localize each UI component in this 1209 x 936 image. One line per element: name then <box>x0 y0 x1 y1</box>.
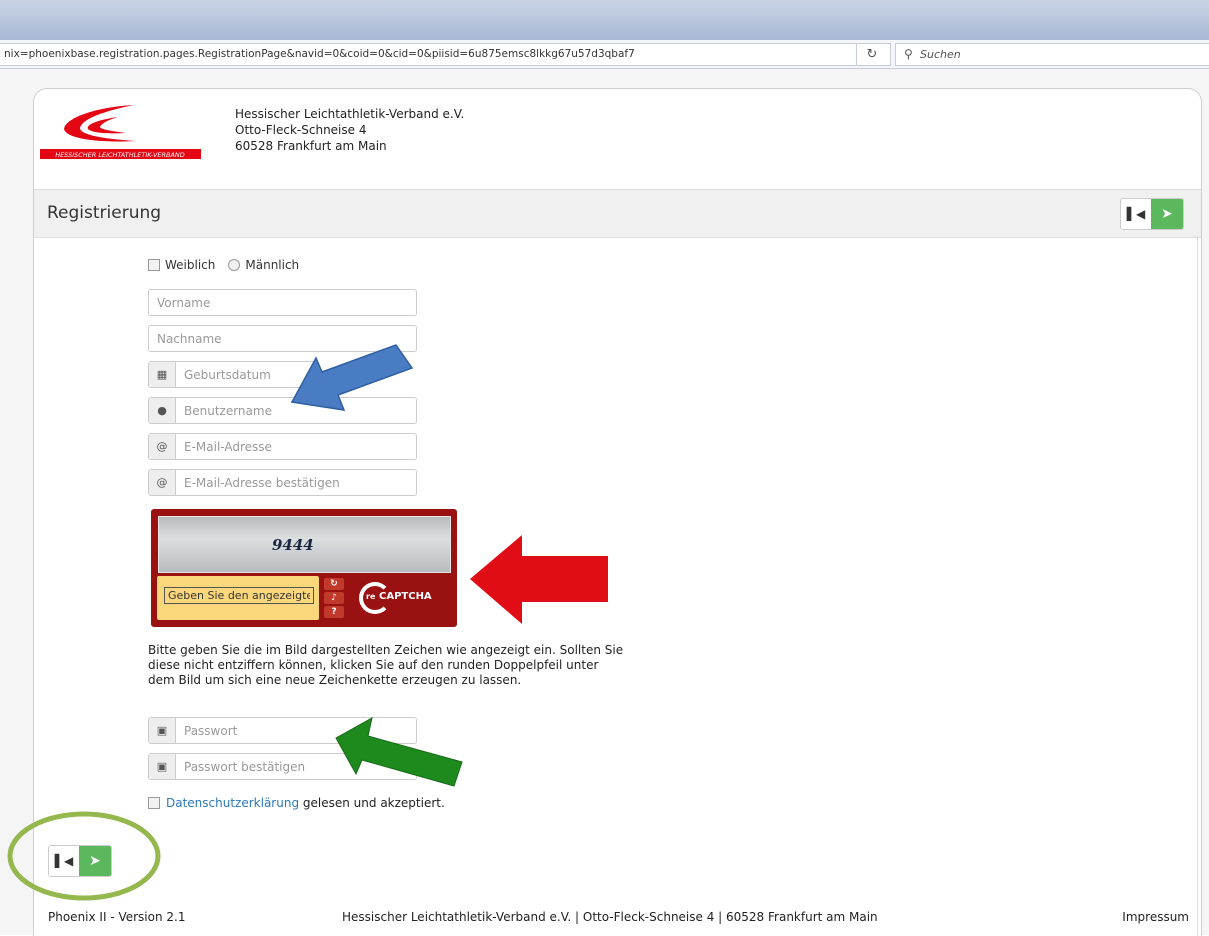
hlv-logo[interactable]: HESSISCHER LEICHTATHLETIK-VERBAND <box>38 103 203 161</box>
captcha-controls: ↻ ♪ ? <box>324 578 344 618</box>
footer-address: Hessischer Leichtathletik-Verband e.V. |… <box>342 910 878 924</box>
email-confirm-input[interactable] <box>176 470 416 495</box>
email-confirm-field: @ <box>148 469 417 496</box>
divider-right <box>1197 236 1198 936</box>
help-icon[interactable]: ? <box>324 606 344 618</box>
recaptcha-re: re <box>366 592 376 601</box>
male-label: Männlich <box>245 258 300 272</box>
password-confirm-input[interactable] <box>176 754 416 779</box>
page-footer: Phoenix II - Version 2.1 Hessischer Leic… <box>34 907 1201 927</box>
search-placeholder: Suchen <box>920 48 961 61</box>
password-confirm-field: ▣ <box>148 753 417 780</box>
privacy-link[interactable]: Datenschutzerklärung <box>166 796 299 810</box>
magnifier-icon: ⚲ <box>904 47 913 61</box>
audio-icon[interactable]: ♪ <box>324 592 344 604</box>
at-icon: @ <box>149 470 176 495</box>
address-bar[interactable]: nix=phoenixbase.registration.pages.Regis… <box>0 43 891 66</box>
logo-text: HESSISCHER LEICHTATHLETIK-VERBAND <box>55 151 185 159</box>
privacy-consent: Datenschutzerklärung gelesen und akzepti… <box>148 796 445 810</box>
recaptcha-logo: re CAPTCHA <box>351 576 451 620</box>
skip-back-icon: ▌◀ <box>54 854 74 868</box>
url-text: nix=phoenixbase.registration.pages.Regis… <box>4 48 635 60</box>
back-button-bottom[interactable]: ▌◀ <box>49 846 79 876</box>
send-icon: ➤ <box>1161 206 1173 222</box>
title-bar: Registrierung ▌◀ ➤ <box>34 189 1201 238</box>
recaptcha-widget: 9444 ↻ ♪ ? re CAPTCHA <box>151 509 457 627</box>
header-address: Hessischer Leichtathletik-Verband e.V. O… <box>235 106 464 154</box>
site-header: HESSISCHER LEICHTATHLETIK-VERBAND Hessis… <box>34 89 1201 189</box>
recaptcha-wordmark: CAPTCHA <box>379 591 432 602</box>
password-field: ▣ <box>148 717 417 744</box>
captcha-input-area <box>157 576 319 620</box>
registration-card: HESSISCHER LEICHTATHLETIK-VERBAND Hessis… <box>33 88 1202 936</box>
org-street: Otto-Fleck-Schneise 4 <box>235 123 367 137</box>
lock-icon: ▣ <box>149 718 176 743</box>
password-input[interactable] <box>176 718 416 743</box>
org-name: Hessischer Leichtathletik-Verband e.V. <box>235 107 465 121</box>
captcha-input[interactable] <box>164 587 314 604</box>
lock-icon: ▣ <box>149 754 176 779</box>
browser-titlebar <box>0 0 1209 40</box>
skip-back-icon: ▌◀ <box>1126 207 1146 221</box>
submit-button-top[interactable]: ➤ <box>1151 199 1183 229</box>
top-button-group: ▌◀ ➤ <box>1120 198 1184 230</box>
captcha-help-text: Bitte geben Sie die im Bild dargestellte… <box>148 643 624 687</box>
username-input[interactable] <box>176 398 416 423</box>
at-icon: @ <box>149 434 176 459</box>
female-label: Weiblich <box>165 258 216 272</box>
submit-button-bottom[interactable]: ➤ <box>79 846 111 876</box>
back-button-top[interactable]: ▌◀ <box>1121 199 1151 229</box>
male-radio[interactable] <box>228 259 241 271</box>
bottom-button-group: ▌◀ ➤ <box>48 845 112 877</box>
birthdate-field: ▦ <box>148 361 318 388</box>
reload-icon[interactable]: ↻ <box>856 44 887 65</box>
email-input[interactable] <box>176 434 416 459</box>
privacy-checkbox[interactable] <box>148 797 160 809</box>
first-name-field <box>148 289 417 316</box>
gender-selector: Weiblich Männlich <box>148 258 299 272</box>
username-field: ● <box>148 397 417 424</box>
privacy-suffix: gelesen und akzeptiert. <box>302 796 445 810</box>
last-name-input[interactable] <box>149 326 416 351</box>
calendar-icon[interactable]: ▦ <box>149 362 176 387</box>
org-city: 60528 Frankfurt am Main <box>235 139 387 153</box>
user-icon: ● <box>149 398 176 423</box>
send-icon: ➤ <box>89 853 101 869</box>
first-name-input[interactable] <box>149 290 416 315</box>
female-radio[interactable] <box>148 259 160 271</box>
captcha-image: 9444 <box>158 516 451 573</box>
privacy-sentence: Datenschutzerklärung gelesen und akzepti… <box>166 796 445 810</box>
browser-search-box[interactable]: ⚲ Suchen <box>895 43 1209 66</box>
version-text: Phoenix II - Version 2.1 <box>48 910 186 924</box>
refresh-icon[interactable]: ↻ <box>324 578 344 590</box>
captcha-text: 9444 <box>272 536 314 554</box>
email-field: @ <box>148 433 417 460</box>
birthdate-input[interactable] <box>176 362 317 387</box>
imprint-link[interactable]: Impressum <box>1122 910 1189 924</box>
page-title: Registrierung <box>47 203 162 223</box>
last-name-field <box>148 325 417 352</box>
